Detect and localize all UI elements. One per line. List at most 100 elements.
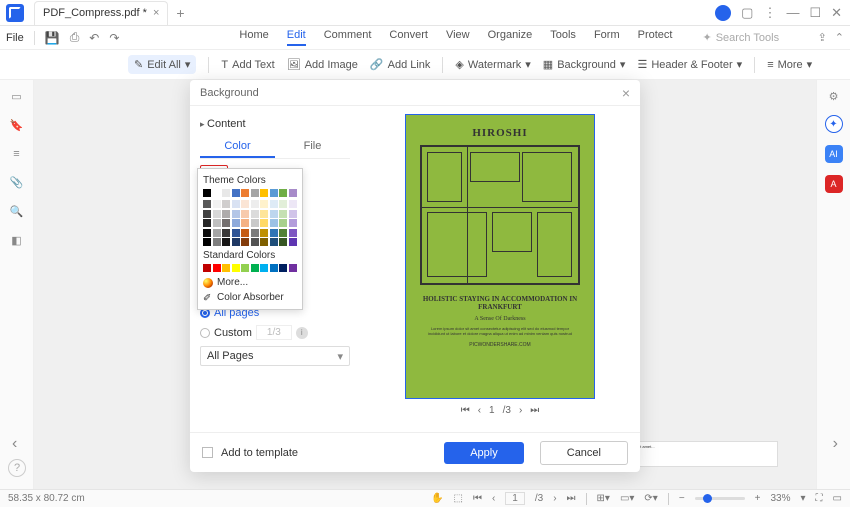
print-icon[interactable]: ⎙ (70, 30, 80, 45)
color-swatch[interactable] (289, 210, 297, 218)
color-swatch[interactable] (232, 200, 240, 208)
color-swatch[interactable] (251, 219, 259, 227)
tab-comment[interactable]: Comment (324, 29, 372, 46)
color-swatch[interactable] (260, 200, 268, 208)
color-swatch[interactable] (251, 229, 259, 237)
color-swatch[interactable] (203, 189, 211, 197)
color-swatch[interactable] (241, 264, 249, 272)
color-swatch[interactable] (213, 229, 221, 237)
color-swatch[interactable] (203, 219, 211, 227)
more-icon[interactable]: ⋮ (763, 5, 776, 21)
color-swatch[interactable] (260, 264, 268, 272)
color-swatch[interactable] (241, 210, 249, 218)
tab-form[interactable]: Form (594, 29, 620, 46)
color-swatch[interactable] (213, 264, 221, 272)
maximize-icon[interactable]: ☐ (809, 5, 821, 21)
file-menu[interactable]: File (6, 32, 24, 44)
page-first-icon[interactable]: ⏮ (473, 493, 482, 504)
color-swatch[interactable] (241, 200, 249, 208)
add-template-checkbox[interactable] (202, 447, 213, 458)
color-swatch[interactable] (213, 210, 221, 218)
color-swatch[interactable] (232, 219, 240, 227)
color-swatch[interactable] (279, 219, 287, 227)
color-swatch[interactable] (203, 229, 211, 237)
search-tools[interactable]: ✦ Search Tools (702, 31, 779, 44)
close-icon[interactable]: ✕ (831, 5, 842, 21)
color-swatch[interactable] (279, 210, 287, 218)
zoom-slider[interactable] (695, 497, 745, 500)
layers-icon[interactable]: ◧ (11, 234, 21, 247)
close-tab-icon[interactable]: × (153, 7, 159, 19)
color-swatch[interactable] (270, 219, 278, 227)
collapse-icon[interactable]: ⌃ (835, 31, 844, 44)
tab-view[interactable]: View (446, 29, 470, 46)
minimize-icon[interactable]: — (786, 5, 799, 20)
tab-tools[interactable]: Tools (550, 29, 576, 46)
add-image-button[interactable]: 🖼 Add Image (287, 58, 358, 71)
color-swatch[interactable] (213, 219, 221, 227)
window-button-icon[interactable]: ▢ (741, 5, 753, 21)
next-page-arrow[interactable]: › (833, 435, 838, 453)
color-swatch[interactable] (232, 229, 240, 237)
info-icon[interactable]: i (296, 327, 308, 339)
color-swatch[interactable] (251, 210, 259, 218)
color-swatch[interactable] (279, 189, 287, 197)
color-swatch[interactable] (270, 264, 278, 272)
pager-prev-icon[interactable]: ‹ (478, 405, 481, 416)
color-swatch[interactable] (279, 238, 287, 246)
help-icon[interactable]: ? (8, 459, 26, 477)
color-swatch[interactable] (222, 219, 230, 227)
color-swatch[interactable] (222, 200, 230, 208)
color-swatch[interactable] (251, 200, 259, 208)
zoom-chevron-icon[interactable]: ▾ (801, 493, 806, 504)
color-swatch[interactable] (222, 210, 230, 218)
color-swatch[interactable] (279, 229, 287, 237)
color-swatch[interactable] (203, 210, 211, 218)
color-swatch[interactable] (270, 189, 278, 197)
more-colors-link[interactable]: More... (203, 275, 297, 290)
view-mode-icon[interactable]: ▭▾ (620, 493, 634, 504)
color-swatch[interactable] (270, 210, 278, 218)
new-tab-button[interactable]: + (176, 5, 184, 21)
add-link-button[interactable]: 🔗 Add Link (370, 58, 431, 71)
outline-icon[interactable]: ≡ (13, 148, 19, 160)
prev-page-arrow[interactable]: ‹ (12, 435, 17, 453)
select-tool-icon[interactable]: ⬚ (453, 493, 462, 504)
color-swatch[interactable] (241, 229, 249, 237)
color-swatch[interactable] (203, 264, 211, 272)
color-swatch[interactable] (222, 229, 230, 237)
pages-select[interactable]: All Pages ▾ (200, 346, 350, 366)
page-last-icon[interactable]: ⏭ (567, 493, 576, 504)
tab-convert[interactable]: Convert (389, 29, 428, 46)
color-swatch[interactable] (241, 238, 249, 246)
cancel-button[interactable]: Cancel (540, 441, 628, 465)
color-swatch[interactable] (279, 264, 287, 272)
color-swatch[interactable] (232, 189, 240, 197)
undo-icon[interactable]: ↶ (89, 31, 99, 45)
background-button[interactable]: ▦ Background ▾ (543, 58, 626, 71)
color-swatch[interactable] (289, 189, 297, 197)
document-tab[interactable]: PDF_Compress.pdf * × (34, 1, 168, 25)
watermark-button[interactable]: ◈ Watermark ▾ (455, 58, 530, 71)
color-swatch[interactable] (289, 229, 297, 237)
zoom-in-icon[interactable]: + (755, 493, 761, 504)
save-icon[interactable]: 💾 (45, 31, 60, 45)
color-swatch[interactable] (203, 238, 211, 246)
color-absorber-link[interactable]: ✐Color Absorber (203, 290, 297, 305)
color-swatch[interactable] (241, 189, 249, 197)
color-swatch[interactable] (222, 264, 230, 272)
ai-blue-icon[interactable]: AI (825, 145, 843, 163)
attachments-icon[interactable]: 📎 (10, 176, 24, 189)
more-button[interactable]: ≡ More ▾ (767, 58, 812, 71)
color-swatch[interactable] (251, 264, 259, 272)
color-swatch[interactable] (222, 238, 230, 246)
user-avatar-icon[interactable] (715, 5, 731, 21)
fullscreen-icon[interactable]: ⛶ (816, 493, 823, 504)
bookmarks-icon[interactable]: 🔖 (10, 119, 24, 132)
tab-protect[interactable]: Protect (638, 29, 673, 46)
color-swatch[interactable] (203, 200, 211, 208)
color-swatch[interactable] (260, 189, 268, 197)
custom-range-input[interactable]: 1/3 (256, 325, 292, 340)
dialog-close-icon[interactable]: × (622, 85, 630, 101)
hand-tool-icon[interactable]: ✋ (431, 493, 443, 504)
